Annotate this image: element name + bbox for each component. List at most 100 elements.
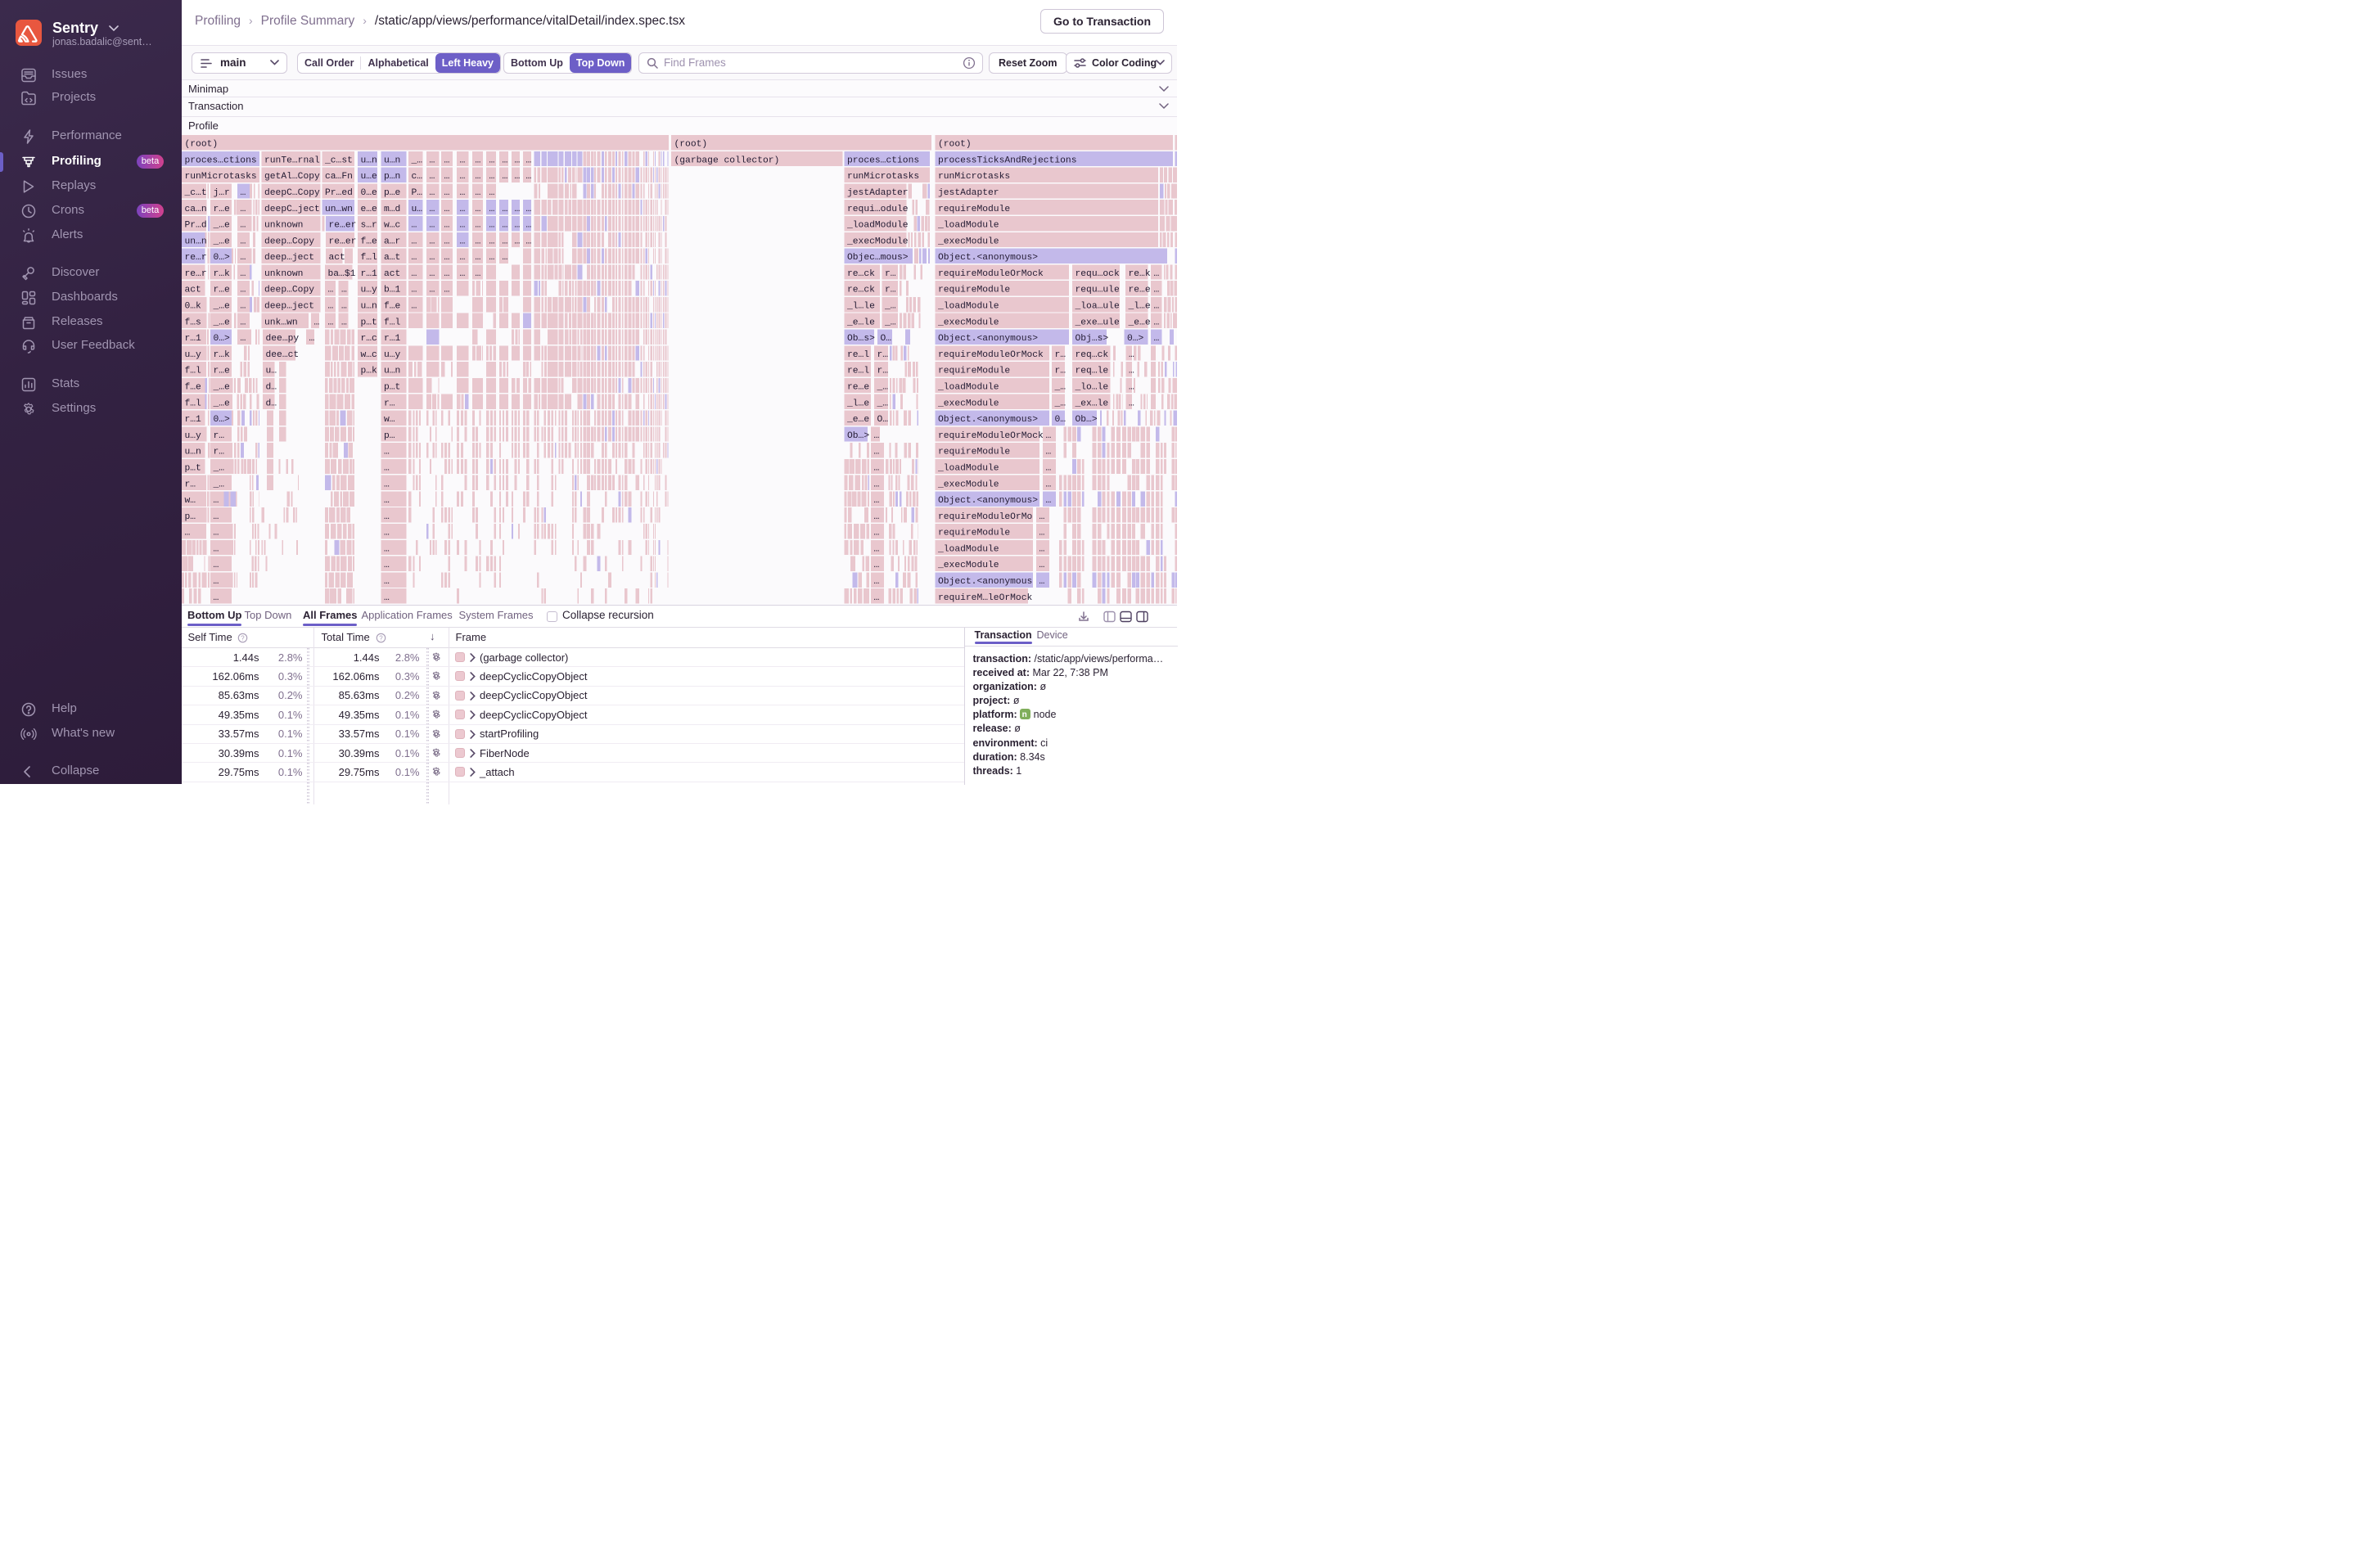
svg-text:…: … [460,155,466,165]
svg-text:u…y: u…y [185,431,202,441]
svg-text:r…: r… [885,269,896,279]
svg-text:_…: _… [1054,383,1067,393]
svg-text:…: … [1039,577,1045,587]
svg-text:re…r: re…r [185,269,207,279]
svg-text:runMicrotasks: runMicrotasks [938,172,1010,182]
svg-text:_l…le: _l…le [846,302,875,312]
svg-text:m…d: m…d [384,205,400,214]
svg-text:(root): (root) [674,140,708,150]
svg-text:_l…e: _l…e [846,399,869,408]
svg-text:w…c: w…c [361,350,377,360]
svg-text:deep…ject: deep…ject [264,302,314,312]
svg-text:deep…Copy: deep…Copy [264,237,314,246]
svg-text:…: … [1154,269,1160,279]
svg-text:…: … [489,237,495,246]
svg-text:_loadModule: _loadModule [937,383,999,393]
svg-text:requireModuleOrMock: requireModuleOrMock [938,269,1044,279]
svg-text:Pr…d: Pr…d [185,221,207,231]
svg-text:b…1: b…1 [384,286,401,295]
svg-text:…: … [489,155,495,165]
svg-text:w…c: w…c [384,221,400,231]
svg-text:_…e: _…e [213,383,231,393]
svg-text:…: … [526,205,532,214]
svg-text:…: … [412,269,417,279]
svg-text:re…e: re…e [1129,286,1151,295]
svg-text:…: … [476,237,481,246]
svg-text:…: … [444,253,450,263]
svg-text:…: … [412,221,417,231]
svg-text:0…>: 0…> [214,415,231,425]
svg-text:requ…ock: requ…ock [1076,269,1120,279]
svg-text:…: … [241,221,246,231]
svg-text:re…l: re…l [847,367,869,376]
svg-text:requireModuleOrMock: requireModuleOrMock [938,431,1044,441]
svg-text:w…: w… [384,415,395,425]
svg-text:…: … [412,237,417,246]
svg-text:…: … [489,205,495,214]
svg-text:…: … [214,593,219,603]
svg-text:_execModule: _execModule [937,399,999,408]
svg-text:…: … [1046,496,1052,506]
svg-text:…: … [503,205,508,214]
svg-text:Ob…>: Ob…> [847,431,869,441]
svg-text:…: … [1046,480,1052,489]
svg-text:p…: p… [185,512,196,522]
svg-text:…: … [503,237,508,246]
svg-text:_e…e: _e…e [1128,318,1151,327]
svg-text:f…e: f…e [384,302,401,312]
svg-text:_ex…le: _ex…le [1075,399,1109,408]
svg-text:ba…$1: ba…$1 [328,269,356,279]
svg-text:req…ck: req…ck [1076,350,1109,360]
svg-text:r…e: r…e [214,205,231,214]
svg-text:runMicrotasks: runMicrotasks [847,172,919,182]
svg-text:…: … [476,253,481,263]
svg-text:_c…st: _c…st [324,155,353,165]
svg-text:proces…ctions: proces…ctions [185,155,257,165]
svg-text:…: … [309,334,315,344]
svg-text:…: … [384,529,390,538]
svg-text:_c…t: _c…t [184,188,207,198]
svg-text:un…n: un…n [185,237,207,246]
svg-text:ca…Fn: ca…Fn [325,172,353,182]
svg-text:…: … [489,253,495,263]
svg-text:…: … [430,172,435,182]
svg-text:…: … [430,286,435,295]
svg-text:re…k: re…k [1129,269,1151,279]
svg-text:0…: 0… [1055,415,1067,425]
svg-text:r…: r… [877,350,889,360]
svg-text:getAl…Copy: getAl…Copy [264,172,320,182]
svg-text:…: … [476,269,481,279]
svg-text:p…k: p…k [361,367,378,376]
svg-text:p…t: p…t [384,383,400,393]
svg-text:?: ? [379,634,383,642]
svg-text:…: … [1129,350,1134,360]
svg-text:Ob…>: Ob…> [1076,415,1098,425]
svg-text:r…: r… [384,399,395,408]
svg-text:…: … [214,561,219,570]
svg-text:deepC…Copy: deepC…Copy [264,188,320,198]
svg-text:f…e: f…e [185,383,202,393]
svg-text:…: … [214,529,219,538]
svg-text:…: … [444,221,450,231]
svg-text:…: … [874,480,880,489]
svg-text:u…: u… [266,367,277,376]
svg-text:requireModuleOrMock: requireModuleOrMock [938,350,1044,360]
svg-text:…: … [241,286,246,295]
svg-text:…: … [430,269,435,279]
svg-text:requireModule: requireModule [938,286,1010,295]
svg-text:u…n: u…n [185,448,201,457]
svg-text:w…: w… [185,496,196,506]
svg-text:…: … [241,318,246,327]
svg-text:…: … [1154,302,1160,312]
svg-text:…: … [526,155,532,165]
svg-text:…: … [503,253,508,263]
svg-text:_loadModule: _loadModule [937,464,999,474]
svg-text:…: … [384,593,390,603]
svg-text:…: … [874,448,880,457]
svg-text:…: … [515,221,521,231]
svg-text:r…: r… [214,431,225,441]
svg-text:…: … [430,155,435,165]
svg-text:…: … [476,205,481,214]
svg-text:…: … [214,496,219,506]
svg-text:…: … [476,188,481,198]
